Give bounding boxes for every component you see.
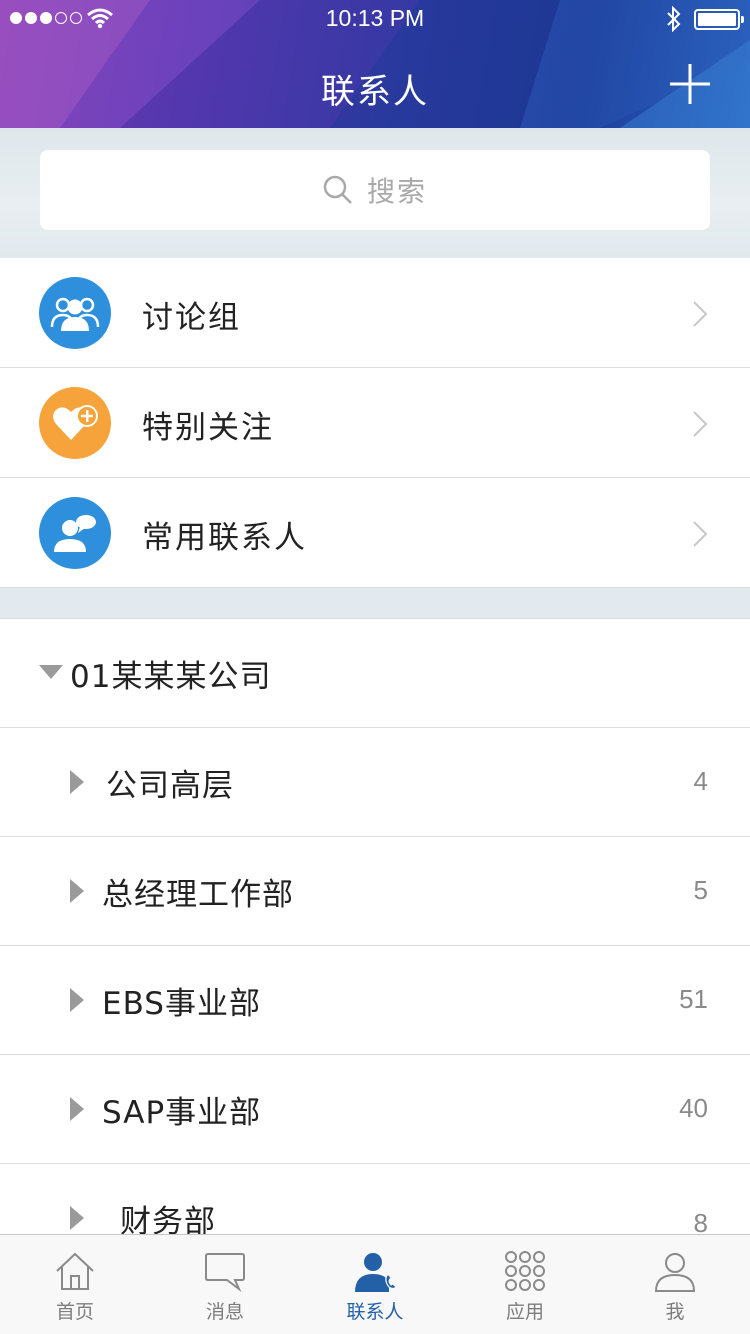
company-name: 01某某某公司 bbox=[70, 659, 272, 695]
list-item-label: 常用联系人 bbox=[142, 520, 307, 556]
company-row[interactable]: 01某某某公司 bbox=[0, 619, 750, 728]
apps-grid-icon bbox=[505, 1251, 545, 1291]
collapsed-arrow-icon bbox=[70, 988, 84, 1012]
department-row[interactable]: 总经理工作部 5 bbox=[0, 837, 750, 946]
battery-icon bbox=[694, 9, 744, 30]
tab-apps[interactable]: 应用 bbox=[450, 1235, 600, 1334]
tab-label: 联系人 bbox=[346, 1301, 404, 1323]
list-item-label: 讨论组 bbox=[142, 300, 241, 336]
list-item-discussion-groups[interactable]: 讨论组 bbox=[0, 258, 750, 368]
member-count: 4 bbox=[693, 766, 708, 796]
tab-contacts[interactable]: 联系人 bbox=[300, 1235, 450, 1334]
page-title: 联系人 bbox=[321, 72, 429, 112]
bluetooth-icon bbox=[667, 6, 681, 32]
department-row[interactable]: 公司高层 4 bbox=[0, 728, 750, 837]
heart-plus-icon bbox=[39, 387, 111, 459]
search-area: 搜索 bbox=[0, 128, 750, 258]
department-row[interactable]: EBS事业部 51 bbox=[0, 946, 750, 1055]
profile-icon bbox=[654, 1253, 696, 1292]
tab-label: 我 bbox=[665, 1301, 685, 1323]
contact-chat-icon bbox=[39, 497, 111, 569]
quick-list: 讨论组 特别关注 常用联系人 bbox=[0, 258, 750, 588]
org-tree: 01某某某公司 公司高层 4 总经理工作部 5 EBS事业部 51 SAP事业部… bbox=[0, 619, 750, 1273]
list-item-label: 特别关注 bbox=[142, 410, 274, 446]
department-row[interactable]: SAP事业部 40 bbox=[0, 1055, 750, 1164]
list-item-frequent-contacts[interactable]: 常用联系人 bbox=[0, 478, 750, 588]
tab-home[interactable]: 首页 bbox=[0, 1235, 150, 1334]
add-contact-button[interactable] bbox=[666, 60, 714, 108]
collapsed-arrow-icon bbox=[70, 770, 84, 794]
tab-messages[interactable]: 消息 bbox=[150, 1235, 300, 1334]
collapsed-arrow-icon bbox=[70, 879, 84, 903]
department-name: SAP事业部 bbox=[102, 1095, 262, 1131]
search-icon bbox=[323, 175, 352, 204]
status-bar: 10:13 PM bbox=[0, 0, 750, 40]
list-item-special-follow[interactable]: 特别关注 bbox=[0, 368, 750, 478]
contacts-icon bbox=[355, 1253, 397, 1292]
member-count: 5 bbox=[693, 875, 708, 905]
chevron-right-icon bbox=[693, 301, 708, 327]
tab-label: 应用 bbox=[505, 1301, 544, 1323]
tab-me[interactable]: 我 bbox=[600, 1235, 750, 1334]
section-divider bbox=[0, 588, 750, 619]
message-icon bbox=[205, 1253, 245, 1293]
department-name: EBS事业部 bbox=[102, 986, 261, 1022]
chevron-right-icon bbox=[693, 411, 708, 437]
search-input[interactable]: 搜索 bbox=[40, 150, 710, 230]
tab-bar: 首页 消息 联系人 应用 我 bbox=[0, 1234, 750, 1334]
tab-label: 消息 bbox=[205, 1301, 244, 1323]
status-time: 10:13 PM bbox=[325, 5, 425, 31]
chevron-right-icon bbox=[693, 521, 708, 547]
collapsed-arrow-icon bbox=[70, 1206, 84, 1230]
department-name: 公司高层 bbox=[106, 768, 234, 804]
member-count: 40 bbox=[679, 1093, 708, 1123]
member-count: 51 bbox=[679, 984, 708, 1014]
department-name: 总经理工作部 bbox=[102, 877, 294, 913]
collapsed-arrow-icon bbox=[70, 1097, 84, 1121]
expanded-arrow-icon bbox=[39, 665, 63, 679]
header-bar: 10:13 PM 联系人 bbox=[0, 0, 750, 128]
group-icon bbox=[39, 277, 111, 349]
tab-label: 首页 bbox=[55, 1301, 94, 1323]
home-icon bbox=[56, 1252, 94, 1290]
search-placeholder: 搜索 bbox=[366, 175, 427, 208]
